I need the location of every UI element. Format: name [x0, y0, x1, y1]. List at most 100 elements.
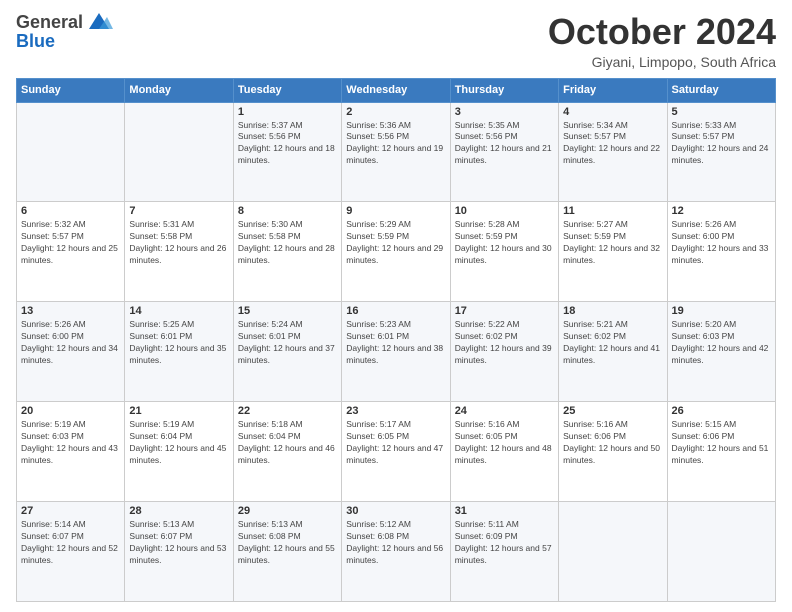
day-number: 23	[346, 405, 445, 417]
table-row: 8 Sunrise: 5:30 AMSunset: 5:58 PMDayligh…	[233, 202, 341, 302]
table-row	[667, 502, 775, 602]
page: General Blue October 2024 Giyani, Limpop…	[0, 0, 792, 612]
day-info: Sunrise: 5:32 AMSunset: 5:57 PMDaylight:…	[21, 219, 118, 265]
table-row: 30 Sunrise: 5:12 AMSunset: 6:08 PMDaylig…	[342, 502, 450, 602]
table-row: 25 Sunrise: 5:16 AMSunset: 6:06 PMDaylig…	[559, 402, 667, 502]
day-number: 3	[455, 106, 554, 118]
day-number: 29	[238, 505, 337, 517]
day-number: 12	[672, 205, 771, 217]
day-number: 6	[21, 205, 120, 217]
calendar-header-row: Sunday Monday Tuesday Wednesday Thursday…	[17, 78, 776, 102]
table-row: 12 Sunrise: 5:26 AMSunset: 6:00 PMDaylig…	[667, 202, 775, 302]
day-info: Sunrise: 5:29 AMSunset: 5:59 PMDaylight:…	[346, 219, 443, 265]
calendar-table: Sunday Monday Tuesday Wednesday Thursday…	[16, 78, 776, 602]
day-number: 31	[455, 505, 554, 517]
day-number: 26	[672, 405, 771, 417]
table-row: 7 Sunrise: 5:31 AMSunset: 5:58 PMDayligh…	[125, 202, 233, 302]
table-row: 29 Sunrise: 5:13 AMSunset: 6:08 PMDaylig…	[233, 502, 341, 602]
table-row: 17 Sunrise: 5:22 AMSunset: 6:02 PMDaylig…	[450, 302, 558, 402]
calendar-week-row: 1 Sunrise: 5:37 AMSunset: 5:56 PMDayligh…	[17, 102, 776, 202]
day-number: 4	[563, 106, 662, 118]
table-row: 19 Sunrise: 5:20 AMSunset: 6:03 PMDaylig…	[667, 302, 775, 402]
logo-general: General	[16, 12, 83, 33]
table-row: 1 Sunrise: 5:37 AMSunset: 5:56 PMDayligh…	[233, 102, 341, 202]
day-info: Sunrise: 5:18 AMSunset: 6:04 PMDaylight:…	[238, 419, 335, 465]
day-info: Sunrise: 5:26 AMSunset: 6:00 PMDaylight:…	[672, 219, 769, 265]
location-subtitle: Giyani, Limpopo, South Africa	[548, 54, 776, 70]
day-number: 22	[238, 405, 337, 417]
col-monday: Monday	[125, 78, 233, 102]
logo-icon	[85, 11, 113, 33]
col-saturday: Saturday	[667, 78, 775, 102]
col-sunday: Sunday	[17, 78, 125, 102]
table-row: 22 Sunrise: 5:18 AMSunset: 6:04 PMDaylig…	[233, 402, 341, 502]
logo: General Blue	[16, 12, 113, 52]
day-info: Sunrise: 5:37 AMSunset: 5:56 PMDaylight:…	[238, 120, 335, 166]
day-number: 30	[346, 505, 445, 517]
table-row: 16 Sunrise: 5:23 AMSunset: 6:01 PMDaylig…	[342, 302, 450, 402]
day-info: Sunrise: 5:14 AMSunset: 6:07 PMDaylight:…	[21, 519, 118, 565]
day-info: Sunrise: 5:11 AMSunset: 6:09 PMDaylight:…	[455, 519, 552, 565]
table-row: 18 Sunrise: 5:21 AMSunset: 6:02 PMDaylig…	[559, 302, 667, 402]
day-info: Sunrise: 5:23 AMSunset: 6:01 PMDaylight:…	[346, 319, 443, 365]
header: General Blue October 2024 Giyani, Limpop…	[16, 12, 776, 70]
day-number: 15	[238, 305, 337, 317]
day-info: Sunrise: 5:27 AMSunset: 5:59 PMDaylight:…	[563, 219, 660, 265]
day-info: Sunrise: 5:16 AMSunset: 6:05 PMDaylight:…	[455, 419, 552, 465]
day-number: 5	[672, 106, 771, 118]
col-wednesday: Wednesday	[342, 78, 450, 102]
day-info: Sunrise: 5:25 AMSunset: 6:01 PMDaylight:…	[129, 319, 226, 365]
day-number: 16	[346, 305, 445, 317]
table-row: 28 Sunrise: 5:13 AMSunset: 6:07 PMDaylig…	[125, 502, 233, 602]
col-thursday: Thursday	[450, 78, 558, 102]
table-row: 24 Sunrise: 5:16 AMSunset: 6:05 PMDaylig…	[450, 402, 558, 502]
day-number: 25	[563, 405, 662, 417]
table-row	[125, 102, 233, 202]
day-info: Sunrise: 5:12 AMSunset: 6:08 PMDaylight:…	[346, 519, 443, 565]
table-row: 26 Sunrise: 5:15 AMSunset: 6:06 PMDaylig…	[667, 402, 775, 502]
day-number: 17	[455, 305, 554, 317]
table-row: 23 Sunrise: 5:17 AMSunset: 6:05 PMDaylig…	[342, 402, 450, 502]
day-number: 9	[346, 205, 445, 217]
table-row: 31 Sunrise: 5:11 AMSunset: 6:09 PMDaylig…	[450, 502, 558, 602]
table-row	[559, 502, 667, 602]
table-row: 14 Sunrise: 5:25 AMSunset: 6:01 PMDaylig…	[125, 302, 233, 402]
day-info: Sunrise: 5:36 AMSunset: 5:56 PMDaylight:…	[346, 120, 443, 166]
day-number: 28	[129, 505, 228, 517]
day-info: Sunrise: 5:13 AMSunset: 6:07 PMDaylight:…	[129, 519, 226, 565]
day-number: 14	[129, 305, 228, 317]
day-number: 21	[129, 405, 228, 417]
day-info: Sunrise: 5:35 AMSunset: 5:56 PMDaylight:…	[455, 120, 552, 166]
calendar-week-row: 20 Sunrise: 5:19 AMSunset: 6:03 PMDaylig…	[17, 402, 776, 502]
table-row	[17, 102, 125, 202]
table-row: 6 Sunrise: 5:32 AMSunset: 5:57 PMDayligh…	[17, 202, 125, 302]
day-info: Sunrise: 5:16 AMSunset: 6:06 PMDaylight:…	[563, 419, 660, 465]
day-info: Sunrise: 5:28 AMSunset: 5:59 PMDaylight:…	[455, 219, 552, 265]
table-row: 11 Sunrise: 5:27 AMSunset: 5:59 PMDaylig…	[559, 202, 667, 302]
table-row: 3 Sunrise: 5:35 AMSunset: 5:56 PMDayligh…	[450, 102, 558, 202]
day-number: 18	[563, 305, 662, 317]
day-info: Sunrise: 5:15 AMSunset: 6:06 PMDaylight:…	[672, 419, 769, 465]
table-row: 21 Sunrise: 5:19 AMSunset: 6:04 PMDaylig…	[125, 402, 233, 502]
table-row: 5 Sunrise: 5:33 AMSunset: 5:57 PMDayligh…	[667, 102, 775, 202]
table-row: 13 Sunrise: 5:26 AMSunset: 6:00 PMDaylig…	[17, 302, 125, 402]
table-row: 2 Sunrise: 5:36 AMSunset: 5:56 PMDayligh…	[342, 102, 450, 202]
day-number: 24	[455, 405, 554, 417]
day-number: 11	[563, 205, 662, 217]
day-info: Sunrise: 5:17 AMSunset: 6:05 PMDaylight:…	[346, 419, 443, 465]
day-info: Sunrise: 5:20 AMSunset: 6:03 PMDaylight:…	[672, 319, 769, 365]
table-row: 27 Sunrise: 5:14 AMSunset: 6:07 PMDaylig…	[17, 502, 125, 602]
day-number: 8	[238, 205, 337, 217]
logo-blue: Blue	[16, 31, 55, 52]
table-row: 4 Sunrise: 5:34 AMSunset: 5:57 PMDayligh…	[559, 102, 667, 202]
day-info: Sunrise: 5:22 AMSunset: 6:02 PMDaylight:…	[455, 319, 552, 365]
day-number: 27	[21, 505, 120, 517]
calendar-week-row: 6 Sunrise: 5:32 AMSunset: 5:57 PMDayligh…	[17, 202, 776, 302]
month-title: October 2024	[548, 12, 776, 52]
day-info: Sunrise: 5:19 AMSunset: 6:03 PMDaylight:…	[21, 419, 118, 465]
day-info: Sunrise: 5:19 AMSunset: 6:04 PMDaylight:…	[129, 419, 226, 465]
table-row: 10 Sunrise: 5:28 AMSunset: 5:59 PMDaylig…	[450, 202, 558, 302]
day-number: 2	[346, 106, 445, 118]
col-friday: Friday	[559, 78, 667, 102]
day-info: Sunrise: 5:13 AMSunset: 6:08 PMDaylight:…	[238, 519, 335, 565]
